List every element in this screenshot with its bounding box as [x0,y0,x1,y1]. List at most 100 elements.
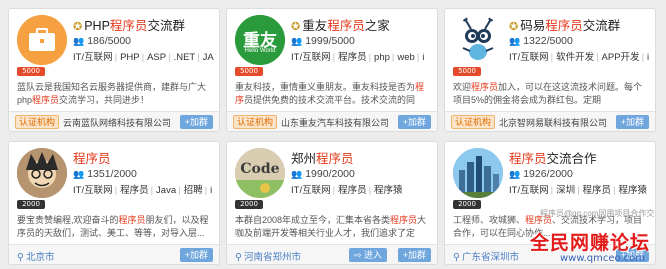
people-icon: 👥 [509,36,521,46]
people-icon: 👥 [291,169,303,179]
site-watermark: 全民网赚论坛 [530,232,651,254]
tag: web [397,52,415,63]
join-group-button[interactable]: +加群 [179,115,213,129]
card-footer: ⚲ 河南省郑州市 ⇨ 进入 +加群 [227,244,437,264]
tag: 程序猿 [618,185,648,196]
member-count: 👥 1926/2000 [509,168,573,180]
certified-org-badge: 认证机构 [233,115,278,129]
avatar-label: Code [240,161,280,177]
location: ⚲ 北京市 [17,252,55,263]
capacity-badge: 5000 [235,67,263,76]
city-skyline-icon [453,148,503,198]
group-name[interactable]: ✪ 码易程序员交流群 [509,15,651,31]
capacity-badge: 5000 [453,67,481,76]
group-card[interactable]: 重友 Hello World 5000 ✪ 重友程序员之家 👥 1999/5000 … [226,8,438,132]
tag: 程序猿 [374,185,403,196]
group-name[interactable]: 程序员交流合作 [509,148,651,164]
location-pin-icon: ⚲ [17,252,24,263]
group-card[interactable]: 5000 ✪ PHP程序员交流群 👥 186/5000 IT/互联网 | PHP | ASP… [8,8,220,132]
join-group-button[interactable]: +加群 [397,248,431,262]
character-avatar-icon [17,148,67,198]
tag: IT/互联网 [509,185,549,196]
tag-list: IT/互联网 | PHP | ASP | .NET | JA [73,52,214,63]
group-avatar[interactable] [17,148,67,198]
tag-list: IT/互联网 | 软件开发 | APP开发 | i [509,52,650,63]
capacity-badge: 2000 [17,200,45,209]
tag: 软件开发 [556,52,595,63]
organization-name: 北京智网易联科技有限公司 [499,118,608,128]
tag-list: IT/互联网 | 程序员 | php | web | i [291,52,425,63]
tag: IT/互联网 [73,52,113,63]
join-group-button[interactable]: +加群 [179,248,213,262]
member-count: 👥 1351/2000 [73,168,137,180]
join-group-button[interactable]: +加群 [397,115,431,129]
certified-icon: ✪ [291,21,301,31]
location-pin-icon: ⚲ [235,252,242,263]
card-footer: 认证机构 山东重友汽车科技有限公司 +加群 [227,111,437,131]
tag: 深圳 [556,185,576,196]
tag: .NET [173,52,196,63]
tag: 招聘 [183,185,203,196]
tag: 程序员 [120,185,149,196]
group-name[interactable]: 程序员 [73,148,215,164]
certified-org-badge: 认证机构 [15,115,60,129]
enter-group-button[interactable]: ⇨ 进入 [348,248,387,262]
tag-list: IT/互联网 | 深圳 | 程序员 | 程序猿 [509,185,648,196]
people-icon: 👥 [73,36,85,46]
group-card[interactable]: Code 2000 郑州程序员 👥 1990/2000 IT/互联网 | 程序员 | 程序… [226,141,438,265]
group-description: 本群自2008年成立至今，汇集本省各类程序员大咖及前端开发等相关行业人才，我们追… [235,215,427,238]
group-name[interactable]: ✪ 重友程序员之家 [291,15,433,31]
group-card[interactable]: 5000 ✪ 码易程序员交流群 👥 1322/5000 IT/互联网 | 软件开发 | AP… [444,8,656,132]
card-footer: ⚲ 北京市 +加群 [9,244,219,264]
group-avatar[interactable]: 重友 Hello World [235,15,285,65]
tag: i [647,52,650,63]
certified-org-badge: 认证机构 [451,115,496,129]
card-footer: 认证机构 北京智网易联科技有限公司 +加群 [445,111,655,131]
organization-name: 云南蓝队网络科技有限公司 [63,118,172,128]
capacity-badge: 2000 [235,200,263,209]
group-name[interactable]: 郑州程序员 [291,148,433,164]
tag-list: IT/互联网 | 程序员 | 程序猿 [291,185,403,196]
tag: IT/互联网 [73,185,113,196]
people-icon: 👥 [291,36,303,46]
group-description: 要宝贵赞编程,欢迎奋斗的程序员朋友们，以及程序员的天敌们，测试、美工、等等，对导… [17,215,209,238]
join-group-button[interactable]: +加群 [615,115,649,129]
location: ⚲ 广东省深圳市 [453,252,519,263]
tag: APP开发 [601,52,640,63]
tag: ASP [147,52,167,63]
location-pin-icon: ⚲ [453,252,460,263]
tag: PHP [120,52,140,63]
tag-list: IT/互联网 | 程序员 | Java | 招聘 | i [73,185,213,196]
avatar-sublabel: Hello World [244,48,276,54]
card-footer: 认证机构 云南蓝队网络科技有限公司 +加群 [9,111,219,131]
briefcase-icon [17,15,67,65]
capacity-badge: 5000 [17,67,45,76]
group-card[interactable]: 2000 程序员 👥 1351/2000 IT/互联网 | 程序员 | Java | 招聘 | i… [8,141,220,265]
tag: IT/互联网 [291,185,331,196]
group-description: 欢迎程序员加入，可以在这这流技术问题。每个项目5%的佣金将会成为群红包。定期 [453,82,643,105]
group-name[interactable]: ✪ PHP程序员交流群 [73,15,215,31]
location: ⚲ 河南省郑州市 [235,252,301,263]
group-avatar[interactable] [17,15,67,65]
member-count: 👥 1999/5000 [291,35,355,47]
group-avatar[interactable] [453,148,503,198]
tag: 程序员 [338,52,367,63]
certified-icon: ✪ [73,21,83,31]
member-count: 👥 1990/2000 [291,168,355,180]
organization-name: 山东重友汽车科技有限公司 [281,118,390,128]
enter-icon: ⇨ [353,250,364,260]
tag: IT/互联网 [291,52,331,63]
tag: 程序员 [338,185,367,196]
member-count: 👥 186/5000 [73,35,132,47]
tag: i [422,52,425,63]
group-avatar[interactable]: Code [235,148,285,198]
certified-icon: ✪ [509,21,519,31]
people-icon: 👥 [509,169,521,179]
tag: 程序员 [582,185,612,196]
group-avatar[interactable] [453,15,503,65]
site-url-watermark: www.qmceo.com [560,253,646,264]
group-description: 蓝队云是我国知名云服务器提供商，建群与广大php程序员交流学习，共同进步！ [17,82,207,105]
tag: php [374,52,390,63]
people-icon: 👥 [73,169,85,179]
group-description: 重友科技，重情重义重朋友。重友科技是否为程序员提供免费的技术交流平台。技术交流的… [235,82,425,105]
